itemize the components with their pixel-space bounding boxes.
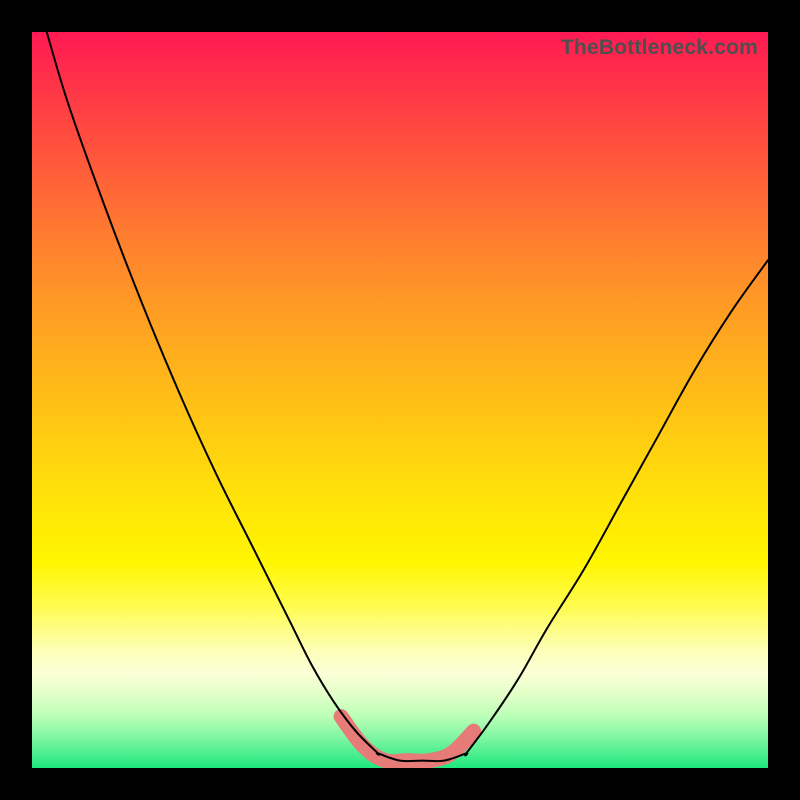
chart-svg [32,32,768,768]
trough-highlight-band [341,717,474,762]
chart-plot-area: TheBottleneck.com [32,32,768,768]
bottleneck-curve [47,32,768,761]
